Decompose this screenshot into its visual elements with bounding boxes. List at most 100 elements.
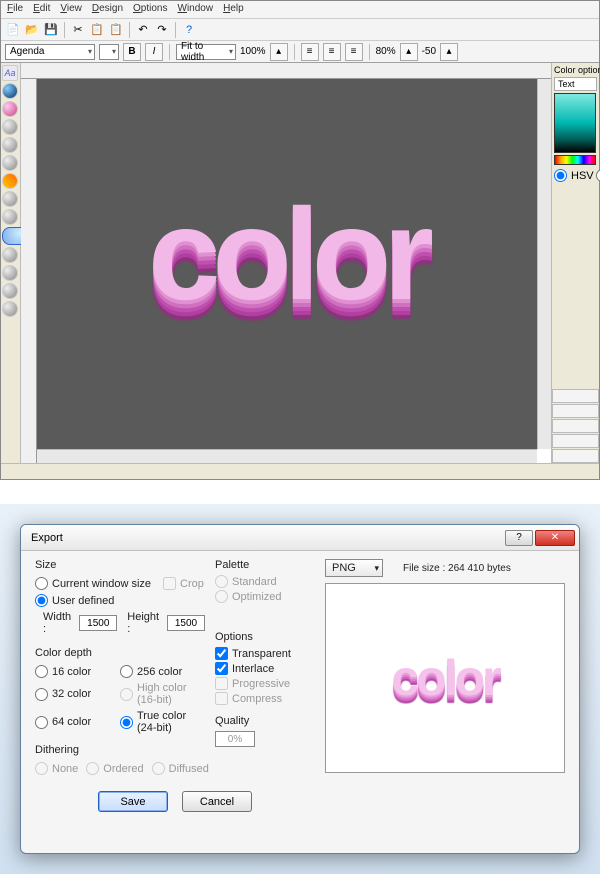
truecolor-radio[interactable]: True color (24-bit) <box>120 710 205 734</box>
open-icon[interactable]: 📂 <box>24 22 40 38</box>
color-panel-title: Color options <box>554 65 597 75</box>
format-select[interactable]: PNG <box>325 559 383 577</box>
256color-radio[interactable]: 256 color <box>120 665 205 678</box>
scrollbar-vertical[interactable] <box>537 79 551 449</box>
separator <box>175 22 176 38</box>
ruler-horizontal <box>21 63 551 79</box>
save-button[interactable]: Save <box>98 791 168 812</box>
quality-input <box>215 731 255 747</box>
ruler-vertical <box>21 79 37 463</box>
panel-slot[interactable] <box>552 389 599 403</box>
progressive-checkbox: Progressive <box>215 677 315 690</box>
help-icon[interactable]: ? <box>181 22 197 38</box>
dialog-titlebar: Export ? ✕ <box>21 525 579 551</box>
export-dialog: Export ? ✕ Size Current window size Crop… <box>20 524 580 854</box>
palette-optimized-radio: Optimized <box>215 590 315 603</box>
dither-ordered-radio: Ordered <box>86 762 143 775</box>
separator <box>169 44 170 60</box>
separator <box>64 22 65 38</box>
cancel-button[interactable]: Cancel <box>182 791 252 812</box>
dither-diffused-radio: Diffused <box>152 762 209 775</box>
paste-icon[interactable]: 📋 <box>108 22 124 38</box>
crop-checkbox: Crop <box>163 577 204 590</box>
size-dropdown[interactable] <box>99 44 119 60</box>
orb2-tool-icon[interactable] <box>2 209 18 225</box>
menu-window[interactable]: Window <box>177 3 213 16</box>
align-right-icon[interactable]: ≡ <box>345 43 363 61</box>
menu-help[interactable]: Help <box>223 3 244 16</box>
statusbar <box>1 463 599 479</box>
panel-slot[interactable] <box>552 434 599 448</box>
font-dropdown[interactable]: Agenda <box>5 44 95 60</box>
italic-button[interactable]: I <box>145 43 163 61</box>
canvas-3d-text: color <box>148 189 426 319</box>
fit-dropdown[interactable]: Fit to width <box>176 44 236 60</box>
close-button[interactable]: ✕ <box>535 530 575 546</box>
hue-bar[interactable] <box>554 155 596 165</box>
transparent-checkbox[interactable]: Transparent <box>215 647 315 660</box>
copy-icon[interactable]: 📋 <box>89 22 105 38</box>
interlace-checkbox[interactable]: Interlace <box>215 662 315 675</box>
preview-3d-text: color <box>391 649 498 707</box>
palette-label: Palette <box>215 559 315 571</box>
menu-view[interactable]: View <box>60 3 82 16</box>
orb-tool-icon[interactable] <box>2 191 18 207</box>
menu-file[interactable]: File <box>7 3 23 16</box>
color-swatch[interactable] <box>554 93 596 153</box>
redo-icon[interactable]: ↷ <box>154 22 170 38</box>
width-label: Width : <box>43 611 75 635</box>
height-label: Height : <box>127 611 163 635</box>
color-tab-text[interactable]: Text <box>554 77 597 91</box>
panel-slot[interactable] <box>552 404 599 418</box>
align-left-icon[interactable]: ≡ <box>301 43 319 61</box>
depth-label: Color depth <box>35 647 205 659</box>
scrollbar-horizontal[interactable] <box>37 449 537 463</box>
filesize-value: 264 410 bytes <box>448 563 511 574</box>
zoom-value-1: 100% <box>240 46 266 57</box>
sphere3-tool-icon[interactable] <box>2 155 18 171</box>
color-panel: Color options Text HSV R <box>551 63 599 463</box>
rgb-radio[interactable]: R <box>596 169 600 182</box>
panel-slot[interactable] <box>552 419 599 433</box>
new-icon[interactable]: 📄 <box>5 22 21 38</box>
current-size-radio[interactable]: Current window size <box>35 577 151 590</box>
zoom-up-1-icon[interactable]: ▴ <box>270 43 288 61</box>
misc-tool-icon[interactable] <box>2 247 18 263</box>
menu-options[interactable]: Options <box>133 3 167 16</box>
options-label: Options <box>215 631 315 643</box>
misc3-tool-icon[interactable] <box>2 283 18 299</box>
palette-standard-radio: Standard <box>215 575 315 588</box>
canvas[interactable]: color <box>37 79 537 449</box>
help-button[interactable]: ? <box>505 530 533 546</box>
menu-design[interactable]: Design <box>92 3 123 16</box>
height-input[interactable] <box>167 615 205 631</box>
align-center-icon[interactable]: ≡ <box>323 43 341 61</box>
menu-edit[interactable]: Edit <box>33 3 50 16</box>
user-defined-radio[interactable]: User defined <box>35 594 205 607</box>
64color-radio[interactable]: 64 color <box>35 710 120 734</box>
32color-radio[interactable]: 32 color <box>35 682 120 706</box>
misc4-tool-icon[interactable] <box>2 301 18 317</box>
cut-icon[interactable]: ✂ <box>70 22 86 38</box>
separator <box>294 44 295 60</box>
save-icon[interactable]: 💾 <box>43 22 59 38</box>
width-input[interactable] <box>79 615 117 631</box>
16color-radio[interactable]: 16 color <box>35 665 120 678</box>
undo-icon[interactable]: ↶ <box>135 22 151 38</box>
text-tool-icon[interactable]: Aa <box>2 65 18 81</box>
fire-tool-icon[interactable] <box>2 173 18 189</box>
misc2-tool-icon[interactable] <box>2 265 18 281</box>
bold-button[interactable]: B <box>123 43 141 61</box>
app-window: File Edit View Design Options Window Hel… <box>0 0 600 480</box>
quality-label: Quality <box>215 715 315 727</box>
panel-slot[interactable] <box>552 449 599 463</box>
angle-up-icon[interactable]: ▴ <box>440 43 458 61</box>
globe-tool-icon[interactable] <box>2 83 18 99</box>
sphere-tool-icon[interactable] <box>2 119 18 135</box>
shape-tool-icon[interactable] <box>2 101 18 117</box>
sphere2-tool-icon[interactable] <box>2 137 18 153</box>
dither-none-radio: None <box>35 762 78 775</box>
zoom-up-2-icon[interactable]: ▴ <box>400 43 418 61</box>
size-label: Size <box>35 559 205 571</box>
hsv-radio[interactable]: HSV <box>554 169 594 182</box>
